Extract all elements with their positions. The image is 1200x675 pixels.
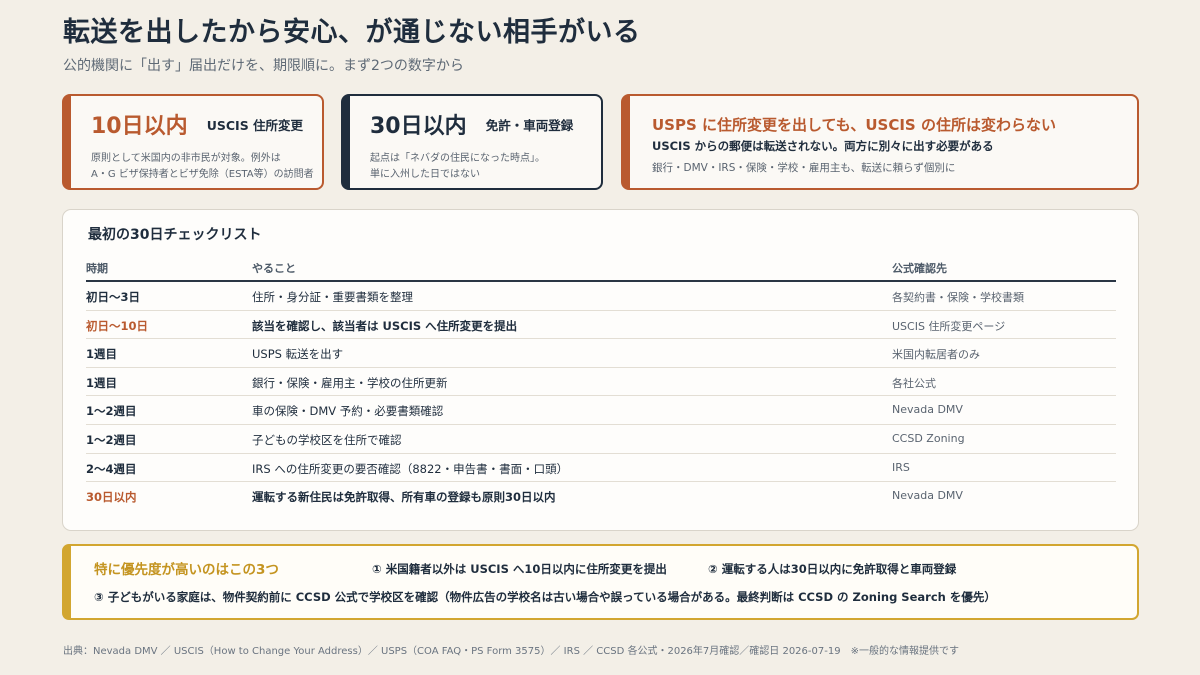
card-note: 原則として米国内の非市民が対象。例外は A・G ビザ保持者とビザ免除（ESTA等… xyxy=(91,151,314,183)
table-header: 時期 やること 公式確認先 xyxy=(86,260,1116,282)
checklist-panel: 最初の30日チェックリスト 時期 やること 公式確認先 初日〜3日 住所・身分証・… xyxy=(62,209,1139,531)
deadline-label: USCIS 住所変更 xyxy=(206,117,304,133)
table-row: 1〜2週目 子どもの学校区を住所で確認 CCSD Zoning xyxy=(86,425,1116,454)
priority-item: ③ 子どもがいる家庭は、物件契約前に CCSD 公式で学校区を確認（物件広告の学… xyxy=(94,590,996,604)
priority-box: 特に優先度が高いのはこの3つ ① 米国籍者以外は USCIS へ10日以内に住所… xyxy=(62,544,1139,620)
column-header-source: 公式確認先 xyxy=(892,262,947,275)
deadline-number: 30日以内 xyxy=(370,114,467,139)
card-note-line: 起点は「ネバダの住民になった時点」。 xyxy=(370,153,545,164)
cell-task: 銀行・保険・雇用主・学校の住所更新 xyxy=(252,375,448,390)
card-head: 10日以内 USCIS 住所変更 xyxy=(91,108,303,140)
cell-time: 1週目 xyxy=(86,375,118,390)
warning-headline: USPS に住所変更を出しても、USCIS の住所は変わらない xyxy=(652,116,1056,134)
source-footer: 出典：Nevada DMV ／ USCIS（How to Change Your… xyxy=(63,646,959,657)
cell-task: 該当を確認し、該当者は USCIS へ住所変更を提出 xyxy=(252,318,518,333)
cell-task: USPS 転送を出す xyxy=(252,347,344,362)
warning-sub: USCIS からの郵便は転送されない。両方に別々に出す必要がある xyxy=(652,139,994,153)
cell-source: IRS xyxy=(892,460,910,474)
table-row: 2〜4週目 IRS への住所変更の要否確認（8822・申告書・書面・口頭） IRS xyxy=(86,454,1116,483)
cell-source: 米国内転居者のみ xyxy=(892,348,980,362)
warning-note: 銀行・DMV・IRS・保険・学校・雇用主も、転送に頼らず個別に xyxy=(652,162,956,174)
card-head: 30日以内 免許・車両登録 xyxy=(370,108,573,140)
deadline-card-license: 30日以内 免許・車両登録 起点は「ネバダの住民になった時点」。 単に入州した日… xyxy=(341,94,603,190)
cell-source: 各社公式 xyxy=(892,376,936,390)
deadline-label: 免許・車両登録 xyxy=(485,117,574,133)
card-note: 起点は「ネバダの住民になった時点」。 単に入州した日ではない xyxy=(370,151,545,183)
cell-time: 30日以内 xyxy=(86,490,137,505)
checklist-title: 最初の30日チェックリスト xyxy=(88,227,262,243)
priority-title: 特に優先度が高いのはこの3つ xyxy=(94,562,279,578)
cell-source: 各契約書・保険・学校書類 xyxy=(892,291,1024,304)
card-note-line: 単に入州した日ではない xyxy=(370,169,480,180)
priority-item: ① 米国籍者以外は USCIS へ10日以内に住所変更を提出 xyxy=(372,562,667,576)
cell-time: 2〜4週目 xyxy=(86,461,137,476)
table-row: 1週目 銀行・保険・雇用主・学校の住所更新 各社公式 xyxy=(86,368,1116,397)
deadline-card-uscis: 10日以内 USCIS 住所変更 原則として米国内の非市民が対象。例外は A・G… xyxy=(62,94,324,190)
table-row: 1〜2週目 車の保険・DMV 予約・必要書類確認 Nevada DMV xyxy=(86,396,1116,425)
cell-time: 1〜2週目 xyxy=(86,432,137,447)
page-title: 転送を出したから安心、が通じない相手がいる xyxy=(63,17,641,48)
cell-source: Nevada DMV xyxy=(892,489,963,503)
priority-item: ② 運転する人は30日以内に免許取得と車両登録 xyxy=(708,562,957,576)
cell-time: 初日〜3日 xyxy=(86,290,141,304)
card-note-line: 原則として米国内の非市民が対象。例外は xyxy=(91,153,281,164)
deadline-number: 10日以内 xyxy=(91,114,188,139)
cell-task: 運転する新住民は免許取得、所有車の登録も原則30日以内 xyxy=(252,490,556,505)
cell-task: 車の保険・DMV 予約・必要書類確認 xyxy=(252,404,444,419)
cell-task: 子どもの学校区を住所で確認 xyxy=(252,432,402,447)
column-header-time: 時期 xyxy=(86,262,108,275)
table-row: 30日以内 運転する新住民は免許取得、所有車の登録も原則30日以内 Nevada D… xyxy=(86,482,1116,511)
cell-time: 1週目 xyxy=(86,347,118,362)
cell-task: 住所・身分証・重要書類を整理 xyxy=(252,290,413,304)
table-row: 初日〜10日 該当を確認し、該当者は USCIS へ住所変更を提出 USCIS 住所… xyxy=(86,311,1116,340)
table-row: 初日〜3日 住所・身分証・重要書類を整理 各契約書・保険・学校書類 xyxy=(86,282,1116,311)
table-row: 1週目 USPS 転送を出す 米国内転居者のみ xyxy=(86,339,1116,368)
cell-task: IRS への住所変更の要否確認（8822・申告書・書面・口頭） xyxy=(252,461,569,476)
cell-source: Nevada DMV xyxy=(892,403,963,417)
cell-time: 初日〜10日 xyxy=(86,318,149,333)
column-header-task: やること xyxy=(252,262,296,275)
cell-source: USCIS 住所変更ページ xyxy=(892,319,1006,333)
card-note-line: A・G ビザ保持者とビザ免除（ESTA等）の訪問者 xyxy=(91,169,314,180)
warning-card: USPS に住所変更を出しても、USCIS の住所は変わらない USCIS から… xyxy=(621,94,1139,190)
cell-source: CCSD Zoning xyxy=(892,431,965,445)
page-subtitle: 公的機関に「出す」届出だけを、期限順に。まず2つの数字から xyxy=(63,58,464,74)
cell-time: 1〜2週目 xyxy=(86,404,137,419)
table-body: 初日〜3日 住所・身分証・重要書類を整理 各契約書・保険・学校書類初日〜10日 該当を… xyxy=(86,282,1116,511)
